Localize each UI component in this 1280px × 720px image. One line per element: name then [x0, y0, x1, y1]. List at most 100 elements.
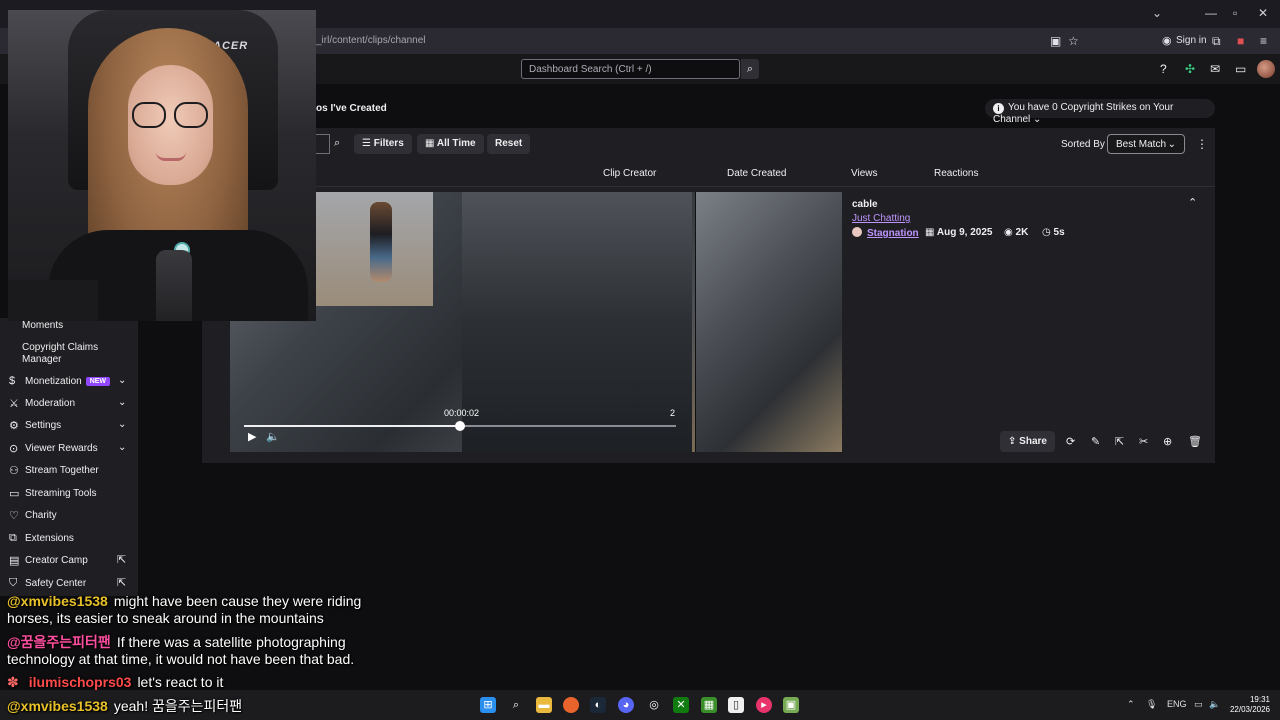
search-icon[interactable]: ⌕ [508, 697, 524, 713]
all-time-button[interactable]: ▦ All Time [417, 134, 484, 154]
windows-start-icon[interactable]: ⊞ [480, 697, 496, 713]
sidebar-item-charity[interactable]: ♡ Charity [0, 505, 138, 527]
sidebar-item-settings[interactable]: ⚙ Settings ⌄ [0, 415, 138, 437]
sidebar-item-copyright-claims[interactable]: Copyright Claims Manager [22, 342, 98, 366]
seek-bar[interactable] [244, 421, 676, 431]
chat-text: let's react to it [137, 674, 224, 690]
chevron-down-icon: ⌄ [118, 419, 127, 430]
sidebar-item-monetization[interactable]: $ Monetization NEW ⌄ [0, 371, 138, 393]
discord-icon[interactable]: ◕ [618, 697, 634, 713]
divider [202, 186, 1215, 187]
sidebar-item-extensions[interactable]: ⧉ Extensions [0, 528, 138, 550]
minecraft-icon[interactable]: ▦ [701, 697, 717, 713]
copyright-strikes-dropdown[interactable]: i You have 0 Copyright Strikes on Your Ch… [985, 99, 1215, 125]
filter-bar: ⌕ ☰ Filters ▦ All Time Reset Sorted By B… [202, 128, 1215, 160]
microphone-icon[interactable]: 🎙 [1146, 699, 1157, 710]
close-icon[interactable]: ✕ [1258, 6, 1268, 20]
sidebar-item-streaming-tools[interactable]: ▭ Streaming Tools [0, 483, 138, 505]
chat-message: ✽ ilumischoprs03 let's react to it [7, 674, 223, 691]
url-field[interactable]: _irl/content/clips/channel [316, 35, 426, 46]
page-title: os I've Created [316, 103, 387, 114]
delete-icon[interactable]: 🗑 [1188, 435, 1202, 448]
network-icon[interactable]: ▭ [1194, 699, 1203, 710]
filters-button[interactable]: ☰ Filters [354, 134, 412, 154]
steam-icon[interactable]: ◐ [590, 697, 606, 713]
language-indicator[interactable]: ENG [1167, 699, 1187, 709]
sidebar-item-moderation[interactable]: ⚔ Moderation ⌄ [0, 393, 138, 415]
bookmark-star-icon[interactable]: ☆ [1068, 34, 1079, 48]
sidebar-item-creator-camp[interactable]: ▤ Creator Camp ⇱ [0, 550, 138, 572]
system-clock[interactable]: 19:31 22/03/2026 [1224, 695, 1270, 715]
column-views[interactable]: Views [851, 168, 878, 179]
sidebar: Moments Copyright Claims Manager $ Monet… [0, 318, 138, 596]
chat-text: might have been cause they were riding [113, 593, 362, 609]
glasses-right [174, 102, 208, 128]
screen: { "browser": { "url": "_irl/content/clip… [0, 0, 1280, 720]
maximize-icon[interactable]: ▫ [1233, 6, 1237, 20]
tray-chevron-icon[interactable]: ⌃ [1127, 699, 1135, 710]
help-icon[interactable]: ? [1160, 62, 1167, 76]
clip-editor-icon[interactable]: ✂ [1139, 435, 1148, 448]
dollar-icon: $ [9, 375, 16, 387]
obs-icon[interactable]: ◎ [646, 697, 662, 713]
external-link-icon: ⇱ [117, 554, 127, 566]
sidebar-item-label: Monetization NEW [25, 376, 111, 387]
notepad-icon[interactable]: ▯ [728, 697, 744, 713]
search-icon[interactable]: ⌕ [334, 137, 340, 150]
seek-handle[interactable] [455, 421, 465, 431]
file-explorer-icon[interactable]: ▬ [536, 697, 552, 713]
sidebar-item-label: Settings [25, 420, 62, 431]
puzzle-icon: ⧉ [9, 532, 17, 544]
whispers-icon[interactable]: ▭ [1235, 62, 1246, 76]
activity-icon[interactable]: ✣ [1185, 62, 1195, 76]
extension-badge-icon[interactable]: ■ [1237, 34, 1244, 48]
search-icon[interactable]: ⌕ [741, 59, 759, 79]
clip-creator-link[interactable]: Stagnation [852, 227, 919, 239]
reader-view-icon[interactable]: ▣ [1050, 34, 1061, 48]
xbox-icon[interactable]: ✕ [673, 697, 689, 713]
glasses-left [132, 102, 166, 128]
column-reactions[interactable]: Reactions [934, 168, 978, 179]
column-clip-creator[interactable]: Clip Creator [603, 168, 656, 179]
collapse-icon[interactable]: ⌃ [1188, 196, 1197, 209]
sort-select[interactable]: Best Match ⌄ [1107, 134, 1185, 154]
firefox-icon[interactable] [563, 697, 579, 713]
open-external-icon[interactable]: ⇱ [1115, 435, 1124, 448]
sidebar-item-moments[interactable]: Moments [22, 320, 63, 331]
clip-search-input[interactable] [316, 134, 330, 154]
sidebar-item-safety-center[interactable]: ⛉ Safety Center ⇱ [0, 573, 138, 595]
play-icon[interactable]: ▶ [248, 430, 256, 443]
menu-icon[interactable]: ≡ [1260, 34, 1267, 48]
chevron-down-icon: ⌄ [118, 375, 127, 386]
more-options-icon[interactable]: ⋮ [1196, 137, 1208, 151]
clip-category-link[interactable]: Just Chatting [852, 213, 910, 224]
monetization-label: Monetization [25, 376, 82, 387]
sidebar-item-viewer-rewards[interactable]: ⊙ Viewer Rewards ⌄ [0, 438, 138, 460]
sign-in-button[interactable]: Sign in [1176, 35, 1207, 46]
volume-icon[interactable]: 🔈 [1209, 699, 1220, 710]
reward-icon: ⊙ [9, 443, 19, 455]
clip-player[interactable]: 00:00:02 2 ▶ 🔈 [230, 192, 842, 452]
add-icon[interactable]: ⊕ [1163, 435, 1172, 448]
avatar[interactable] [1257, 60, 1275, 78]
column-date-created[interactable]: Date Created [727, 168, 786, 179]
extensions-icon[interactable]: ⧉ [1212, 34, 1221, 49]
timecode: 00:00:02 [444, 408, 480, 418]
chevron-down-icon: ⌄ [118, 442, 127, 453]
edit-icon[interactable]: ✎ [1091, 435, 1100, 448]
volume-icon[interactable]: 🔈 [266, 430, 280, 443]
list-tabs-icon[interactable]: ⌄ [1152, 6, 1162, 20]
inbox-icon[interactable]: ✉ [1210, 62, 1220, 76]
sidebar-item-stream-together[interactable]: ⚇ Stream Together [0, 460, 138, 482]
minimize-icon[interactable]: — [1205, 6, 1217, 20]
media-icon[interactable]: ▸ [756, 697, 772, 713]
chat-message: @xmvibes1538 yeah! 꿈을주는피터팬 [7, 698, 242, 715]
camera-icon: ▭ [9, 488, 20, 500]
reset-button[interactable]: Reset [487, 134, 531, 154]
clip-title[interactable]: cable [852, 199, 878, 210]
chat-username: ilumischoprs03 [28, 674, 132, 690]
app-icon[interactable]: ▣ [783, 697, 799, 713]
dashboard-search-input[interactable]: Dashboard Search (Ctrl + /) [521, 59, 740, 79]
portrait-icon[interactable]: ⟳ [1066, 435, 1075, 448]
share-button[interactable]: ⇪ Share [1000, 431, 1055, 452]
